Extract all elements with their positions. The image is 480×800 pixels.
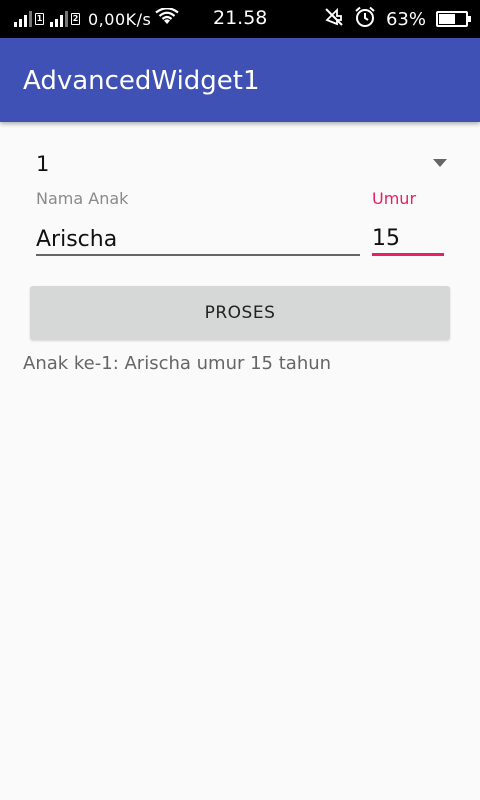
signal-icon [50,11,68,27]
nama-anak-field[interactable] [36,224,360,256]
alarm-icon [354,6,376,33]
result-text: Anak ke-1: Arischa umur 15 tahun [23,353,332,374]
status-bar-right: 63% [324,0,471,38]
battery-icon [436,11,471,27]
clock: 21.58 [213,7,268,29]
app-title: AdvancedWidget1 [23,66,260,96]
status-bar-left: 1 2 0,00K/s [14,0,180,38]
net-speed: 0,00K/s [88,9,152,29]
sim-indicator: 2 [71,13,80,25]
status-bar: 1 2 0,00K/s 21.58 63% [0,0,480,38]
silent-icon [324,7,344,32]
wifi-icon [155,6,180,31]
dropdown-arrow-icon [433,159,447,167]
signal-icon [14,11,32,27]
battery-percent: 63% [385,8,426,30]
spinner-value: 1 [36,152,50,176]
umur-label: Umur [372,189,417,208]
child-count-spinner[interactable]: 1 [36,148,450,180]
sim-indicator: 1 [35,13,44,25]
battery-fill [439,14,456,24]
proses-button[interactable]: PROSES [30,286,450,340]
umur-field[interactable] [372,224,444,256]
app-bar: AdvancedWidget1 [0,38,480,122]
nama-anak-label: Nama Anak [36,189,129,208]
